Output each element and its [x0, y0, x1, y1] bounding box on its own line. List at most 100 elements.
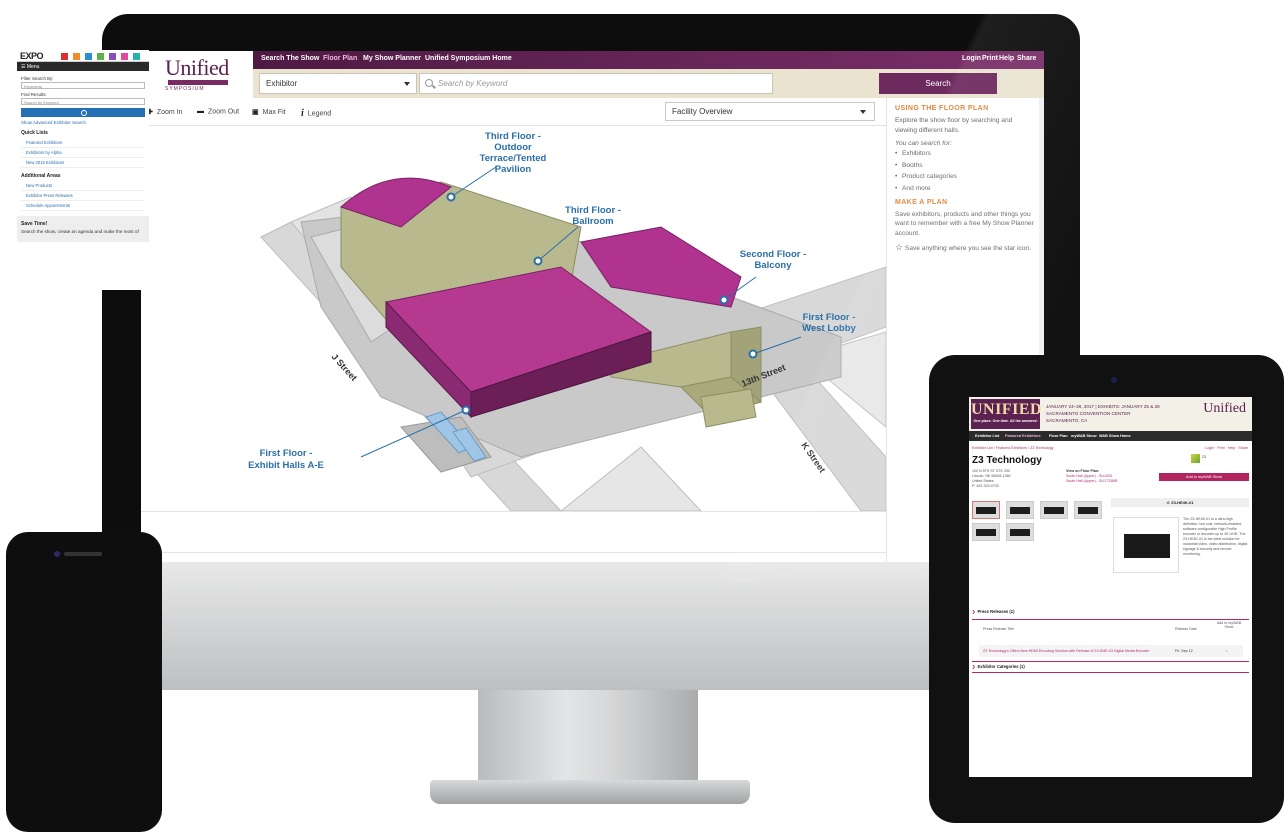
pin-second-balcony[interactable]: [719, 295, 729, 305]
tablet-logo-right: Unified: [1203, 401, 1246, 416]
phone-search-button[interactable]: [21, 108, 145, 117]
app-icon[interactable]: [61, 53, 68, 60]
product-thumbnails: [972, 501, 1112, 551]
app-icon[interactable]: [133, 53, 140, 60]
app-icon[interactable]: [121, 53, 128, 60]
panel-plan-text: Save exhibitors, products and other thin…: [895, 210, 1034, 237]
divider: [972, 672, 1249, 673]
tablet-nav-floor-plan[interactable]: Floor Plan: [1049, 434, 1068, 438]
product-thumb[interactable]: [1074, 501, 1102, 519]
search-input[interactable]: Search by Keyword: [419, 73, 773, 94]
product-thumb[interactable]: [1040, 501, 1068, 519]
zoom-in-button[interactable]: ✚ Zoom In: [147, 108, 183, 116]
map-toolbar: ✚ Zoom In ▬ Zoom Out ▣ Max Fit i Legend Faci…: [141, 98, 886, 126]
nav-my-show-planner[interactable]: My Show Planner: [363, 55, 421, 62]
divider: [972, 661, 1249, 662]
label-second-balcony-2: Balcony: [755, 260, 793, 271]
star-icon[interactable]: ☆: [1166, 500, 1170, 505]
tablet-banner-logo-text: UNIFIED: [971, 401, 1043, 418]
tablet-nav-exhibitor-list[interactable]: Exhibitor List: [975, 434, 999, 438]
col-date: Release Date: [1175, 627, 1197, 631]
categories-section[interactable]: Exhibitor Categories (1): [972, 664, 1025, 669]
category-select[interactable]: Exhibitor: [259, 73, 417, 94]
divider: [972, 619, 1249, 620]
phone-save-text: Search the show, create an agenda and ma…: [21, 229, 139, 234]
nav-floor-plan[interactable]: Floor Plan: [323, 55, 357, 62]
phone-search-input[interactable]: Search by Keyword: [21, 98, 145, 105]
app-icon[interactable]: [85, 53, 92, 60]
label-third-ballroom-1: Third Floor -: [565, 205, 621, 216]
product-name: Z3-HE4K-01: [1171, 500, 1194, 505]
phone-area-item[interactable]: Exhibitor Press Releases: [21, 191, 145, 201]
app-icon[interactable]: [73, 53, 80, 60]
site-logo[interactable]: Unified SYMPOSIUM: [141, 51, 253, 98]
booth-link[interactable]: South Hall (Upper) - SU1933: [1066, 474, 1112, 478]
panel-scrollbar[interactable]: [1039, 98, 1044, 398]
label-first-exhibit-2: Exhibit Halls A-E: [248, 460, 324, 471]
phone-advanced-search-link[interactable]: Show Advanced Exhibitor Search: [21, 120, 145, 125]
product-thumb[interactable]: [972, 501, 1000, 519]
phone-speaker: [64, 552, 102, 556]
max-fit-button[interactable]: ▣ Max Fit: [252, 108, 286, 116]
phone-filter-value: Keywords: [24, 84, 42, 89]
product-thumb[interactable]: [1006, 523, 1034, 541]
nav-print[interactable]: Print: [982, 55, 998, 62]
tablet-utility-links[interactable]: Login · Print · Help · Share: [1205, 446, 1248, 450]
panel-item-categories: Product categories: [895, 173, 1036, 180]
press-releases-section[interactable]: Press Releases (1): [972, 609, 1015, 614]
pin-first-exhibit[interactable]: [461, 405, 471, 415]
breadcrumb[interactable]: Exhibitor List › Featured Exhibitors › Z…: [972, 446, 1053, 450]
phone-area-item[interactable]: New Products: [21, 181, 145, 191]
phone-header: EXPO: [17, 50, 149, 62]
label-third-outdoor-2: Outdoor: [494, 142, 532, 153]
tablet-nav-featured[interactable]: Featured Exhibitors: [1005, 434, 1041, 438]
pin-third-outdoor[interactable]: [446, 192, 456, 202]
top-nav: Search The Show Floor Plan My Show Plann…: [253, 51, 1044, 69]
nav-symposium-home[interactable]: Unified Symposium Home: [425, 55, 512, 62]
tablet-nav-my-show[interactable]: myWAB Show: [1071, 434, 1097, 438]
nav-share[interactable]: Share: [1017, 55, 1036, 62]
tablet-nav-home[interactable]: WAB Show Home: [1099, 434, 1131, 438]
zoom-out-button[interactable]: ▬ Zoom Out: [197, 108, 239, 115]
nav-help[interactable]: Help: [999, 55, 1014, 62]
legend-button[interactable]: i Legend: [301, 108, 331, 119]
tablet-dates: JANUARY 24–26, 2017 | EXHIBITS: JANUARY …: [1046, 403, 1160, 424]
phone-filter-select[interactable]: Keywords: [21, 82, 145, 89]
star-icon[interactable]: ☆: [1225, 649, 1228, 653]
app-icon[interactable]: [97, 53, 104, 60]
floor-plan-booths: View on Floor Plan: South Hall (Upper) -…: [1066, 469, 1118, 484]
category-value: Exhibitor: [266, 79, 298, 88]
panel-intro: Explore the show floor by searching and …: [895, 117, 1013, 134]
phone-quick-item[interactable]: Exhibitors by Alpha: [21, 148, 145, 158]
tablet-venue-line: SACRAMENTO CONVENTION CENTER: [1046, 411, 1131, 416]
chevron-down-icon: [404, 82, 410, 86]
label-third-outdoor-1: Third Floor -: [485, 131, 541, 142]
product-thumb[interactable]: [972, 523, 1000, 541]
label-first-exhibit-1: First Floor -: [260, 448, 313, 459]
phone-quick-item[interactable]: New 2015 Exhibitors: [21, 158, 145, 168]
product-thumb[interactable]: [1006, 501, 1034, 519]
search-button[interactable]: Search: [879, 73, 997, 94]
booth-link[interactable]: South Hall (Upper) - SU1733MR: [1066, 479, 1118, 483]
phone-additional-heading: Additional Areas: [21, 173, 61, 179]
nav-search-the-show[interactable]: Search The Show: [261, 55, 319, 62]
add-to-planner-button[interactable]: Add to myWAB Show: [1159, 473, 1249, 481]
phone-device: [6, 532, 162, 832]
tablet-banner-logo[interactable]: UNIFIED One place. One time. All the answ…: [971, 399, 1043, 429]
floor-plan-map[interactable]: Third Floor - Outdoor Terrace/Tented Pav…: [141, 127, 886, 511]
phone-menu-bar[interactable]: ☰ Menu: [17, 62, 149, 71]
app-icon[interactable]: [109, 53, 116, 60]
label-first-west-2: West Lobby: [802, 323, 856, 334]
pin-first-west[interactable]: [748, 349, 758, 359]
pin-third-ballroom[interactable]: [533, 256, 543, 266]
press-link[interactable]: Z3 Technology's Offers New HDMI Encoding…: [983, 649, 1169, 653]
max-fit-label: Max Fit: [262, 108, 286, 116]
nav-login[interactable]: Login: [962, 55, 981, 62]
phone-quick-item[interactable]: Featured Exhibitors: [21, 138, 145, 148]
col-title: Press Release Title: [983, 627, 1014, 631]
phone-area-item[interactable]: Schedule Appointments: [21, 201, 145, 211]
phone-camera: [54, 551, 60, 557]
facility-select[interactable]: Facility Overview: [665, 102, 875, 121]
phone-save-box: Save Time! Search the show, create an ag…: [17, 216, 149, 242]
col-add: Add to myWAB Show: [1216, 621, 1242, 629]
